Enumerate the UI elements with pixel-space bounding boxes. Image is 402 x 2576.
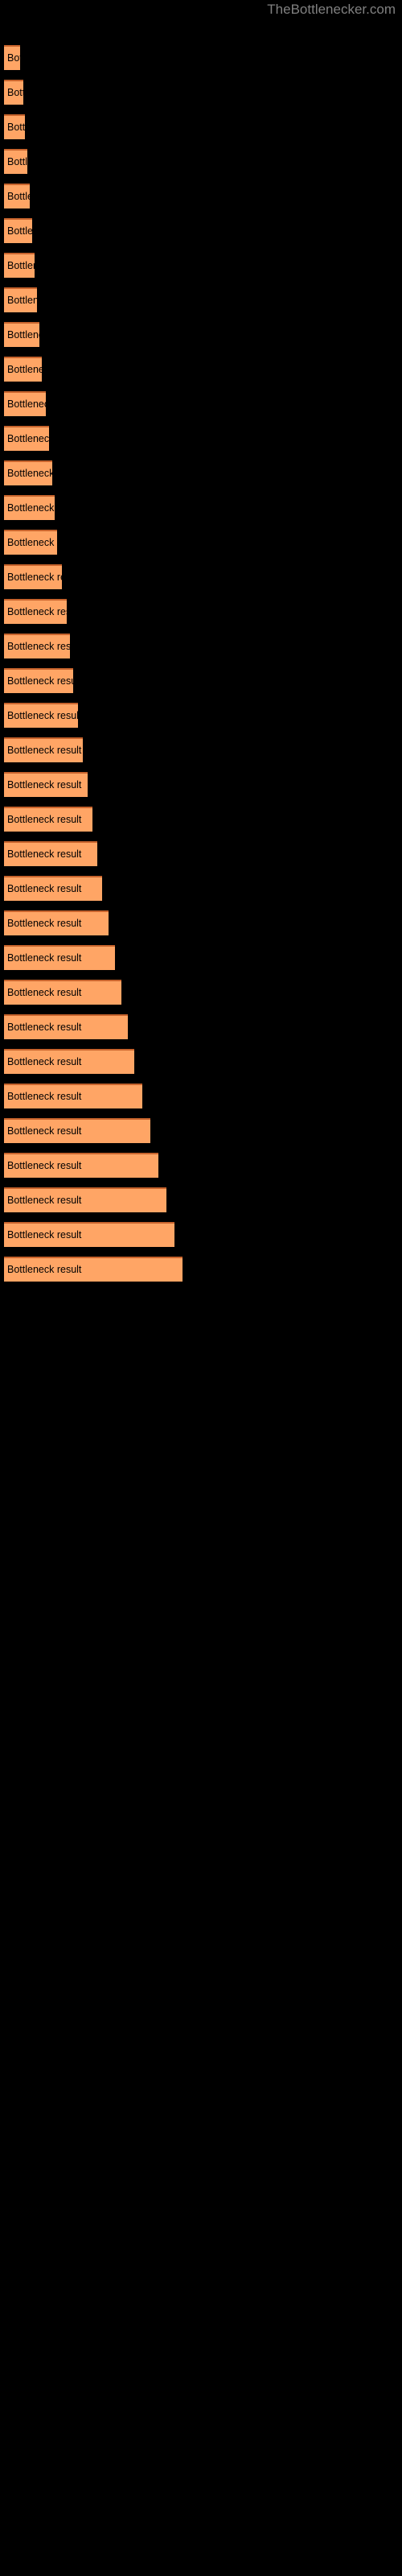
bar[interactable] — [4, 772, 88, 797]
bar[interactable] — [4, 980, 121, 1005]
bar-row[interactable]: Bottleneck result 4 — [0, 1118, 402, 1145]
bar[interactable] — [4, 876, 102, 901]
bar[interactable] — [4, 391, 46, 416]
bar[interactable] — [4, 322, 39, 347]
bar[interactable] — [4, 945, 115, 970]
bar[interactable] — [4, 1014, 128, 1039]
bar[interactable] — [4, 426, 49, 451]
bar-row[interactable]: Bottleneck result — [0, 737, 402, 764]
bar[interactable] — [4, 1257, 183, 1282]
bar-row[interactable]: Bottleneck result — [0, 772, 402, 799]
bar[interactable] — [4, 1049, 134, 1074]
bar[interactable] — [4, 703, 78, 728]
bar-row[interactable]: Bottleneck result — [0, 149, 402, 175]
bar-value-label: 4 — [153, 1125, 158, 1137]
bar-row[interactable]: Bottleneck result — [0, 114, 402, 141]
bar[interactable] — [4, 460, 52, 485]
bar[interactable] — [4, 495, 55, 520]
bar-value-label: 4 — [169, 1195, 174, 1206]
bar-value-label: 4 — [185, 1264, 191, 1275]
bar-row[interactable]: Bottleneck result — [0, 45, 402, 72]
bar-row[interactable]: Bottleneck result — [0, 703, 402, 729]
bar-row[interactable]: Bottleneck result — [0, 1014, 402, 1041]
bar-row[interactable]: Bottleneck result — [0, 287, 402, 314]
bar[interactable] — [4, 1187, 166, 1212]
bar-row[interactable]: Bottleneck result 4 — [0, 1153, 402, 1179]
bar-row[interactable]: Bottleneck result — [0, 841, 402, 868]
bar[interactable] — [4, 114, 25, 139]
bar-row[interactable]: Bottleneck result — [0, 184, 402, 210]
bar-row[interactable]: Bottleneck result — [0, 910, 402, 937]
bar-row[interactable]: Bottleneck result 4 — [0, 1084, 402, 1110]
bar-row[interactable]: Bottleneck result — [0, 807, 402, 833]
bar-row[interactable]: Bottleneck result — [0, 634, 402, 660]
bar-row[interactable]: Bottleneck result 4 — [0, 1222, 402, 1249]
bar[interactable] — [4, 530, 57, 555]
bar-row[interactable]: Bottleneck result — [0, 945, 402, 972]
bar[interactable] — [4, 841, 97, 866]
bar-row[interactable]: Bottleneck result — [0, 599, 402, 625]
bar[interactable] — [4, 634, 70, 658]
bar[interactable] — [4, 253, 35, 278]
bar-row[interactable]: Bottleneck result — [0, 253, 402, 279]
bar-row[interactable]: Bottleneck result — [0, 668, 402, 695]
bar-row[interactable]: Bottleneck result — [0, 530, 402, 556]
bar[interactable] — [4, 668, 73, 693]
bar-row[interactable]: Bottleneck result — [0, 495, 402, 522]
bar-row[interactable]: Bottleneck result — [0, 876, 402, 902]
bar[interactable] — [4, 149, 27, 174]
bar[interactable] — [4, 737, 83, 762]
bar-row[interactable]: Bottleneck result — [0, 322, 402, 349]
bar[interactable] — [4, 1118, 150, 1143]
bar[interactable] — [4, 807, 92, 832]
bar[interactable] — [4, 357, 42, 382]
bar[interactable] — [4, 80, 23, 105]
bar-row[interactable]: Bottleneck result 4 — [0, 1257, 402, 1283]
bar-row[interactable]: Bottleneck result 4 — [0, 1187, 402, 1214]
chart-plot-area: Bottleneck result Bottleneck result Bottle… — [0, 0, 402, 2576]
bar[interactable] — [4, 218, 32, 243]
bar-row[interactable]: Bottleneck result — [0, 980, 402, 1006]
bar[interactable] — [4, 184, 30, 208]
bar[interactable] — [4, 1222, 174, 1247]
bottleneck-chart-root: TheBottlenecker.com Bottleneck result Bot… — [0, 0, 402, 2576]
bar-value-label: 4 — [145, 1091, 150, 1102]
bar-row[interactable]: Bottleneck result — [0, 391, 402, 418]
bar[interactable] — [4, 910, 109, 935]
bar-row[interactable]: Bottleneck result — [0, 80, 402, 106]
bar-row[interactable]: Bottleneck result — [0, 1049, 402, 1075]
bar-row[interactable]: Bottleneck result — [0, 460, 402, 487]
bar-row[interactable]: Bottleneck result — [0, 564, 402, 591]
bar[interactable] — [4, 1084, 142, 1108]
bar[interactable] — [4, 287, 37, 312]
bar-value-label: 4 — [161, 1160, 166, 1171]
bar[interactable] — [4, 564, 62, 589]
bar[interactable] — [4, 45, 20, 70]
bar-value-label: 4 — [177, 1229, 183, 1241]
bar-row[interactable]: Bottleneck result — [0, 218, 402, 245]
bar-row[interactable]: Bottleneck result — [0, 357, 402, 383]
bar[interactable] — [4, 1153, 158, 1178]
bar-row[interactable]: Bottleneck result — [0, 426, 402, 452]
bar[interactable] — [4, 599, 67, 624]
